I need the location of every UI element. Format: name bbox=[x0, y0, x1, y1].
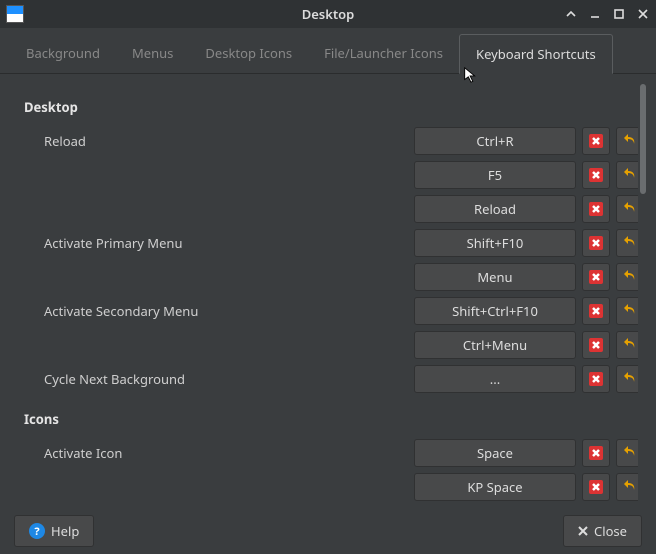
undo-icon bbox=[622, 335, 638, 355]
delete-icon bbox=[589, 202, 603, 216]
delete-icon bbox=[589, 236, 603, 250]
delete-binding-button[interactable] bbox=[582, 195, 610, 223]
delete-binding-button[interactable] bbox=[582, 263, 610, 291]
shortcut-label: Cycle Next Background bbox=[24, 370, 414, 388]
section-header-desktop: Desktop bbox=[24, 84, 634, 124]
undo-icon bbox=[622, 199, 638, 219]
delete-binding-button[interactable] bbox=[582, 365, 610, 393]
delete-binding-button[interactable] bbox=[582, 331, 610, 359]
tab-desktop-icons[interactable]: Desktop Icons bbox=[189, 34, 308, 73]
shortcut-binding-button[interactable]: Reload bbox=[414, 195, 576, 223]
close-window-button[interactable] bbox=[636, 7, 650, 21]
shortcut-label: Activate Icon bbox=[24, 444, 414, 462]
shortcut-row-cycle-bg-0: Cycle Next Background ... bbox=[24, 362, 634, 396]
undo-icon bbox=[622, 443, 638, 463]
shortcut-binding-button[interactable]: Ctrl+R bbox=[414, 127, 576, 155]
reset-binding-button[interactable] bbox=[616, 229, 638, 257]
app-icon bbox=[6, 5, 24, 23]
undo-icon bbox=[622, 267, 638, 287]
delete-binding-button[interactable] bbox=[582, 161, 610, 189]
tab-file-launcher-icons[interactable]: File/Launcher Icons bbox=[308, 34, 459, 73]
help-button[interactable]: ? Help bbox=[14, 515, 94, 547]
delete-binding-button[interactable] bbox=[582, 473, 610, 501]
delete-icon bbox=[589, 270, 603, 284]
delete-binding-button[interactable] bbox=[582, 229, 610, 257]
scrollbar[interactable] bbox=[638, 84, 650, 508]
undo-icon bbox=[622, 233, 638, 253]
shortcut-binding-button[interactable]: Shift+F10 bbox=[414, 229, 576, 257]
minimize-button[interactable] bbox=[588, 7, 602, 21]
shortcut-label: Activate Primary Menu bbox=[24, 234, 414, 252]
shortcut-binding-button[interactable]: Space bbox=[414, 439, 576, 467]
window-controls bbox=[564, 7, 650, 21]
dialog-footer: ? Help Close bbox=[0, 508, 656, 554]
rollup-button[interactable] bbox=[564, 7, 578, 21]
reset-binding-button[interactable] bbox=[616, 439, 638, 467]
shortcut-row-primary-menu-1: Menu bbox=[24, 260, 634, 294]
window-title: Desktop bbox=[0, 5, 656, 23]
shortcut-row-reload-2: Reload bbox=[24, 192, 634, 226]
shortcut-binding-button[interactable]: F5 bbox=[414, 161, 576, 189]
shortcut-binding-button[interactable]: ... bbox=[414, 365, 576, 393]
window: Desktop Background Menus Desktop Icons F… bbox=[0, 0, 656, 554]
reset-binding-button[interactable] bbox=[616, 127, 638, 155]
reset-binding-button[interactable] bbox=[616, 473, 638, 501]
close-button-label: Close bbox=[594, 522, 627, 540]
shortcut-binding-button[interactable]: Menu bbox=[414, 263, 576, 291]
help-icon: ? bbox=[29, 523, 45, 539]
shortcut-row-reload-0: Reload Ctrl+R bbox=[24, 124, 634, 158]
delete-icon bbox=[589, 372, 603, 386]
delete-icon bbox=[589, 480, 603, 494]
section-header-icons: Icons bbox=[24, 396, 634, 436]
undo-icon bbox=[622, 131, 638, 151]
tab-bar: Background Menus Desktop Icons File/Laun… bbox=[0, 28, 656, 74]
maximize-button[interactable] bbox=[612, 7, 626, 21]
shortcut-binding-button[interactable]: KP Space bbox=[414, 473, 576, 501]
content-wrapper: Desktop Reload Ctrl+R F5 bbox=[0, 74, 656, 508]
undo-icon bbox=[622, 477, 638, 497]
tab-background[interactable]: Background bbox=[10, 34, 116, 73]
undo-icon bbox=[622, 369, 638, 389]
delete-binding-button[interactable] bbox=[582, 439, 610, 467]
undo-icon bbox=[622, 165, 638, 185]
shortcut-binding-button[interactable]: Shift+Ctrl+F10 bbox=[414, 297, 576, 325]
undo-icon bbox=[622, 301, 638, 321]
reset-binding-button[interactable] bbox=[616, 161, 638, 189]
delete-icon bbox=[589, 338, 603, 352]
shortcut-label: Reload bbox=[24, 132, 414, 150]
shortcut-label: Activate Secondary Menu bbox=[24, 302, 414, 320]
delete-binding-button[interactable] bbox=[582, 297, 610, 325]
shortcut-row-secondary-menu-1: Ctrl+Menu bbox=[24, 328, 634, 362]
delete-icon bbox=[589, 134, 603, 148]
reset-binding-button[interactable] bbox=[616, 195, 638, 223]
scrollbar-thumb[interactable] bbox=[640, 84, 646, 194]
reset-binding-button[interactable] bbox=[616, 263, 638, 291]
tab-menus[interactable]: Menus bbox=[116, 34, 189, 73]
reset-binding-button[interactable] bbox=[616, 365, 638, 393]
shortcut-list: Desktop Reload Ctrl+R F5 bbox=[0, 74, 638, 508]
shortcut-row-primary-menu-0: Activate Primary Menu Shift+F10 bbox=[24, 226, 634, 260]
delete-icon bbox=[589, 304, 603, 318]
close-button[interactable]: Close bbox=[563, 515, 642, 547]
shortcut-row-reload-1: F5 bbox=[24, 158, 634, 192]
shortcut-row-activate-icon-1: KP Space bbox=[24, 470, 634, 504]
delete-binding-button[interactable] bbox=[582, 127, 610, 155]
delete-icon bbox=[589, 168, 603, 182]
shortcut-binding-button[interactable]: Ctrl+Menu bbox=[414, 331, 576, 359]
title-bar: Desktop bbox=[0, 0, 656, 28]
tab-keyboard-shortcuts[interactable]: Keyboard Shortcuts bbox=[459, 34, 613, 74]
reset-binding-button[interactable] bbox=[616, 331, 638, 359]
reset-binding-button[interactable] bbox=[616, 297, 638, 325]
shortcut-row-secondary-menu-0: Activate Secondary Menu Shift+Ctrl+F10 bbox=[24, 294, 634, 328]
help-button-label: Help bbox=[51, 522, 79, 540]
close-icon bbox=[578, 522, 588, 540]
delete-icon bbox=[589, 446, 603, 460]
shortcut-row-activate-icon-0: Activate Icon Space bbox=[24, 436, 634, 470]
